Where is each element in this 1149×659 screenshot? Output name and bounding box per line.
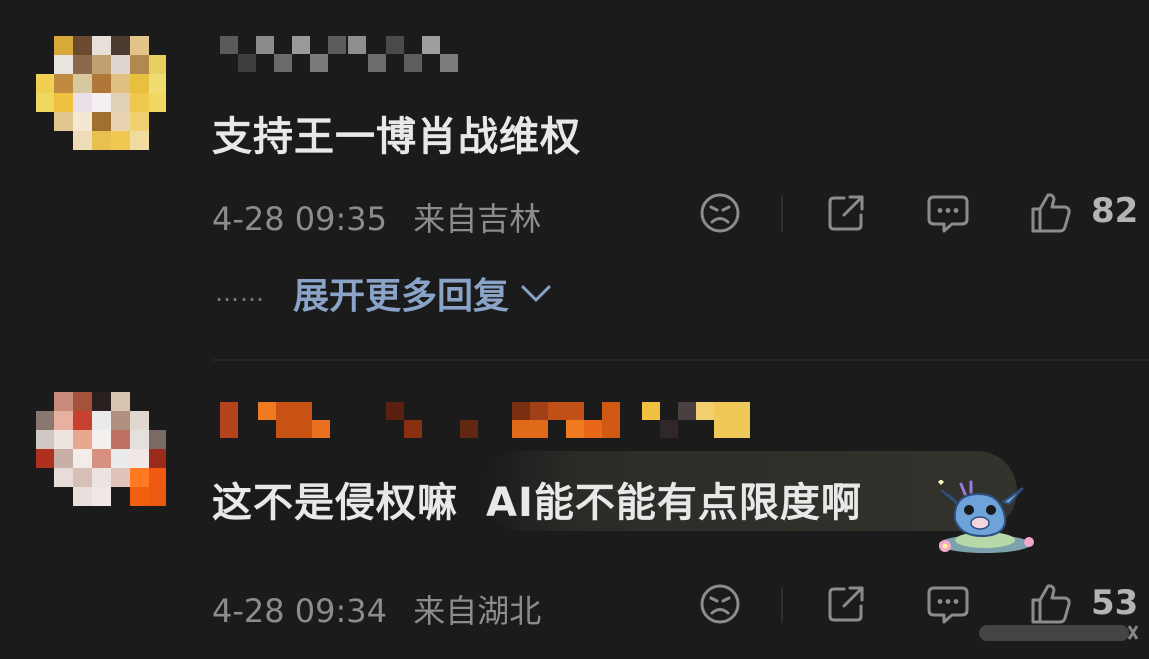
comment-time: 4-28 09:34 xyxy=(212,592,388,630)
separator xyxy=(781,587,783,623)
avatar[interactable] xyxy=(36,392,166,508)
divider xyxy=(212,359,1149,361)
comment-location: 来自湖北 xyxy=(413,592,542,630)
thumbs-up-icon[interactable] xyxy=(1027,189,1075,237)
stitch-sticker-icon xyxy=(938,480,1034,553)
like-count: 82 xyxy=(1091,191,1139,231)
comment-text: 这不是侵权嘛 AI能不能有点限度啊 xyxy=(212,470,862,528)
comment-meta: 4-28 09:35 来自吉林 xyxy=(212,194,541,240)
comment-text-part1: 这不是侵权嘛 xyxy=(212,480,458,526)
dislike-face-icon[interactable] xyxy=(696,580,744,628)
share-icon[interactable] xyxy=(822,580,870,628)
comment-time: 4-28 09:35 xyxy=(212,200,388,238)
avatar[interactable] xyxy=(36,36,166,152)
separator xyxy=(781,196,783,232)
expand-replies-button[interactable]: …… 展开更多回复 xyxy=(215,268,553,318)
comment-meta: 4-28 09:34 来自湖北 xyxy=(212,586,541,632)
ellipsis: …… xyxy=(215,279,265,307)
comment-text: 支持王一博肖战维权 xyxy=(212,114,581,160)
chevron-down-icon xyxy=(521,285,551,302)
dislike-face-icon[interactable] xyxy=(696,189,744,237)
reply-bubble-icon[interactable] xyxy=(924,580,972,628)
comment-location: 来自吉林 xyxy=(413,200,542,238)
expand-replies-label: 展开更多回复 xyxy=(293,276,510,317)
comment-item: 这不是侵权嘛 AI能不能有点限度啊 4-28 09:34 来自湖北 53 xyxy=(0,362,1149,659)
comment-text-part2: AI能不能有点限度啊 xyxy=(486,480,862,526)
watermark-blur xyxy=(979,625,1139,641)
share-icon[interactable] xyxy=(822,189,870,237)
username[interactable] xyxy=(220,402,760,444)
username[interactable] xyxy=(220,36,465,78)
reply-bubble-icon[interactable] xyxy=(924,189,972,237)
comment-item: 支持王一博肖战维权 4-28 09:35 来自吉林 82 …… 展开更多回复 xyxy=(0,0,1149,361)
